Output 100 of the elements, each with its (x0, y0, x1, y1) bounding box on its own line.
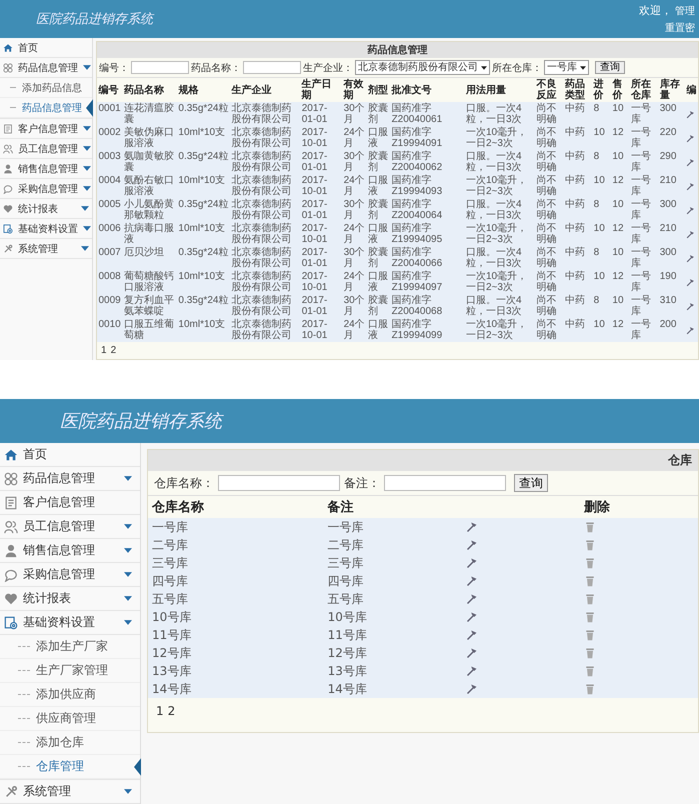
table-cell-text: 30个月 (342, 150, 366, 174)
table-cell: 北京泰德制药股份有限公司 (230, 270, 300, 294)
input-field[interactable] (131, 61, 189, 74)
sidebar-item[interactable]: 员工信息管理 (0, 139, 92, 159)
input-field[interactable] (384, 475, 506, 491)
hammer-icon[interactable] (466, 683, 478, 695)
table-cell: 中药 (564, 150, 592, 174)
search-button[interactable]: 查询 (514, 474, 548, 492)
hammer-icon[interactable] (686, 134, 696, 142)
caret-icon (580, 66, 586, 70)
table-cell: 8 (592, 102, 611, 126)
table-cell-text: 胶囊剂 (367, 150, 390, 174)
table-cell: 美敏伪麻口服溶液 (122, 126, 177, 150)
sidebar-item[interactable]: 系统管理 (0, 780, 140, 804)
chat-icon (4, 568, 18, 582)
table-cell: 300 (658, 246, 685, 270)
table-cell: 三号库 (324, 554, 462, 572)
column-header: 所在仓库 (630, 78, 658, 102)
sidebar-item[interactable]: 员工信息管理 (0, 515, 140, 539)
table-cell: 葡萄糖酸钙口服溶液 (122, 270, 177, 294)
hammer-icon[interactable] (686, 110, 696, 118)
table-cell: 抗病毒口服液 (122, 222, 177, 246)
table-cell: 国药准字Z20040062 (390, 150, 464, 174)
table-cell: 10 (592, 126, 611, 150)
table-cell: 14号库 (148, 680, 324, 698)
hammer-icon[interactable] (466, 629, 478, 641)
table-cell: 0.35g*24粒 (176, 102, 230, 126)
table-cell: 12 (610, 318, 630, 342)
table-cell: 8 (592, 294, 611, 318)
sidebar-item[interactable]: 客户信息管理 (0, 119, 92, 139)
hammer-icon[interactable] (686, 230, 696, 238)
hammer-icon[interactable] (466, 593, 478, 605)
sidebar-item[interactable]: 首页 (0, 38, 92, 58)
page-link[interactable]: 1 (156, 704, 164, 718)
hammer-icon[interactable] (686, 206, 696, 214)
caret-icon (124, 596, 132, 601)
header-link[interactable]: 重置密 (665, 21, 695, 35)
table-cell: 11号库 (324, 626, 462, 644)
input-field[interactable] (243, 61, 301, 74)
sidebar-item[interactable]: 药品信息管理 (0, 467, 140, 491)
hammer-icon[interactable] (686, 158, 696, 166)
hammer-icon[interactable] (466, 575, 478, 587)
table-cell: 190 (658, 270, 685, 294)
dropdown[interactable]: 北京泰德制药股份有限公司 (355, 60, 490, 75)
sidebar-item[interactable]: 采购信息管理 (0, 563, 140, 587)
sidebar-item[interactable]: 统计报表 (0, 199, 92, 219)
hammer-icon[interactable] (466, 647, 478, 659)
input-field[interactable] (218, 475, 340, 491)
sidebar-subitem[interactable]: 生产厂家管理 (0, 659, 140, 683)
sidebar-item[interactable]: 基础资料设置 (0, 611, 140, 635)
user-name: 管理 (675, 5, 695, 18)
table-cell: 国药准字Z20040066 (390, 246, 464, 270)
hammer-icon[interactable] (686, 182, 696, 190)
sidebar-item[interactable]: 首页 (0, 443, 140, 467)
search-button[interactable]: 查询 (595, 61, 625, 74)
hammer-icon[interactable] (466, 539, 478, 551)
hammer-icon[interactable] (466, 611, 478, 623)
table-cell: 北京泰德制药股份有限公司 (230, 222, 300, 246)
sidebar-item[interactable]: 销售信息管理 (0, 539, 140, 563)
hammer-icon[interactable] (466, 557, 478, 569)
page-link[interactable]: 2 (110, 345, 116, 356)
table-cell: 二号库 (148, 536, 324, 554)
sidebar-item[interactable]: 统计报表 (0, 587, 140, 611)
sidebar-item[interactable]: 采购信息管理 (0, 179, 92, 199)
table-cell: 12 (610, 222, 630, 246)
sidebar-subitem[interactable]: 添加仓库 (0, 731, 140, 755)
table-cell: 一号库 (630, 246, 658, 270)
sidebar-subitem[interactable]: 添加药品信息 (0, 78, 92, 98)
table-cell: 13号库 (324, 662, 462, 680)
sidebar-subitem[interactable]: 添加供应商 (0, 683, 140, 707)
column-header: 不良反应 (534, 78, 564, 102)
table-cell: 0007 (97, 246, 122, 270)
page-link[interactable]: 2 (168, 704, 176, 718)
sidebar-item[interactable]: 客户信息管理 (0, 491, 140, 515)
field-label: 仓库名称： (154, 474, 214, 492)
sidebar-subitem[interactable]: 供应商管理 (0, 707, 140, 731)
table-cell: 口服。一次4粒，一日3次 (464, 102, 535, 126)
hammer-icon[interactable] (686, 254, 696, 262)
hammer-icon[interactable] (686, 302, 696, 310)
sidebar-subitem[interactable]: 仓库管理 (0, 755, 140, 779)
sidebar-item[interactable]: 销售信息管理 (0, 159, 92, 179)
table-cell-text: 30个月 (342, 102, 366, 126)
hammer-icon[interactable] (686, 326, 696, 334)
sidebar-item[interactable]: 系统管理 (0, 239, 92, 259)
hammer-icon[interactable] (466, 521, 478, 533)
dropdown[interactable]: 一号库 (544, 60, 589, 75)
hammer-icon[interactable] (466, 665, 478, 677)
column-header: 编 (684, 78, 698, 102)
sidebar-subitem[interactable]: 添加生产厂家 (0, 635, 140, 659)
hammer-icon[interactable] (686, 278, 696, 286)
table-cell: 0009 (97, 294, 122, 318)
table-cell: 国药准字Z19994097 (390, 270, 464, 294)
sidebar-item[interactable]: 基础资料设置 (0, 219, 92, 239)
page-link[interactable]: 1 (101, 345, 107, 356)
table-cell: 口服。一次4粒，一日3次 (464, 150, 535, 174)
sidebar-subitem[interactable]: 药品信息管理 (0, 98, 92, 118)
sidebar-item[interactable]: 药品信息管理 (0, 58, 92, 78)
column-header: 备注 (324, 496, 462, 518)
wrench-icon (3, 244, 13, 254)
table-cell: 北京泰德制药股份有限公司 (230, 150, 300, 174)
